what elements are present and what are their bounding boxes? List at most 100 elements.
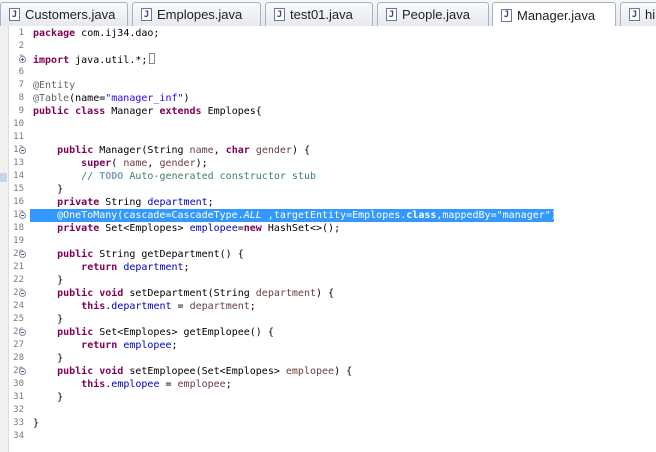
tab-manager-java[interactable]: J Manager.java: [492, 2, 616, 26]
collapse-fold-icon[interactable]: [19, 147, 26, 154]
code-text: // TODO Auto-generated constructor stub: [33, 171, 316, 182]
code-line[interactable]: 25 }: [0, 313, 656, 326]
line-number: 16: [13, 197, 24, 207]
tab-label: test01.java: [290, 7, 353, 22]
line-number: 22: [13, 275, 24, 285]
selected-code-line[interactable]: @OneToMany(cascade=CascadeType.ALL ,targ…: [30, 209, 557, 222]
line-number: 33: [13, 418, 24, 428]
line-number: 27: [13, 340, 24, 350]
expand-fold-icon[interactable]: [19, 56, 26, 63]
code-line[interactable]: 13 super( name, gender);: [0, 157, 656, 170]
code-line[interactable]: 12 public Manager(String name, char gend…: [0, 144, 656, 157]
code-line[interactable]: 15 }: [0, 183, 656, 196]
code-line[interactable]: 10: [0, 118, 656, 131]
collapse-fold-icon[interactable]: [19, 212, 26, 219]
editor-tab-bar: J Customers.java J Emplopes.java J test0…: [0, 0, 656, 27]
code-line[interactable]: 18 private Set<Emplopes> emplopee=new Ha…: [0, 222, 656, 235]
collapse-fold-icon[interactable]: [19, 368, 26, 375]
line-number: 21: [13, 262, 24, 272]
code-line[interactable]: 19: [0, 235, 656, 248]
code-text: }: [33, 353, 64, 364]
code-text: import java.util.*;: [33, 53, 156, 67]
code-text: @Table(name="manager_inf"): [33, 93, 190, 104]
java-file-icon: J: [9, 8, 20, 21]
collapse-fold-icon[interactable]: [19, 251, 26, 258]
line-number: 10: [13, 119, 24, 129]
code-text: @OneToMany(cascade=CascadeType.ALL ,targ…: [33, 210, 557, 221]
line-number: 25: [13, 314, 24, 324]
line-number: 1: [18, 28, 24, 38]
tab-label: Customers.java: [25, 7, 116, 22]
code-text: public void setDepartment(String departm…: [57, 288, 335, 299]
line-number: 28: [13, 353, 24, 363]
code-text: private String department;: [57, 197, 214, 208]
tab-hib[interactable]: J hib: [620, 2, 656, 26]
code-line[interactable]: 22 }: [0, 274, 656, 287]
code-text: public Set<Emplopes> getEmplopee() {: [57, 327, 274, 338]
collapse-fold-icon[interactable]: [19, 329, 26, 336]
code-line[interactable]: 29 public void setEmplopee(Set<Emplopes>…: [0, 365, 656, 378]
line-number: 9: [18, 106, 24, 116]
tab-people-java[interactable]: J People.java: [377, 2, 489, 26]
line-number: 24: [13, 301, 24, 311]
tab-label: Manager.java: [517, 7, 596, 23]
code-text: }: [33, 275, 64, 286]
code-text: }: [33, 184, 64, 195]
code-line[interactable]: 1 package com.ij34.dao;: [0, 27, 656, 40]
folded-imports-icon: [149, 53, 156, 64]
code-line[interactable]: 11: [0, 131, 656, 144]
tab-customers-java[interactable]: J Customers.java: [0, 2, 128, 26]
code-line[interactable]: 27 return emplopee;: [0, 339, 656, 352]
code-line[interactable]: 6: [0, 66, 656, 79]
collapse-fold-icon[interactable]: [19, 290, 26, 297]
code-line[interactable]: 9 public class Manager extends Emplopes{: [0, 105, 656, 118]
code-line[interactable]: 8 @Table(name="manager_inf"): [0, 92, 656, 105]
code-line[interactable]: 2: [0, 40, 656, 53]
line-number: 11: [13, 132, 24, 142]
code-text: this.department = department;: [81, 301, 256, 312]
code-line[interactable]: 34: [0, 430, 656, 443]
line-number: 8: [18, 93, 24, 103]
line-number: 2: [18, 41, 24, 51]
code-line[interactable]: 33 }: [0, 417, 656, 430]
tab-emplopes-java[interactable]: J Emplopes.java: [132, 2, 261, 26]
code-line[interactable]: 16 private String department;: [0, 196, 656, 209]
code-text: package com.ij34.dao;: [33, 28, 160, 39]
code-line[interactable]: 23 public void setDepartment(String depa…: [0, 287, 656, 300]
line-number: 7: [18, 80, 24, 90]
code-line[interactable]: 14 // TODO Auto-generated constructor st…: [0, 170, 656, 183]
code-line[interactable]: 32: [0, 404, 656, 417]
tab-label: hib: [645, 7, 656, 22]
code-line[interactable]: 26 public Set<Emplopes> getEmplopee() {: [0, 326, 656, 339]
java-file-icon: J: [274, 8, 285, 21]
tab-test01-java[interactable]: J test01.java: [265, 2, 373, 26]
line-number: 13: [13, 158, 24, 168]
line-number: 30: [13, 379, 24, 389]
code-line[interactable]: 20 public String getDepartment() {: [0, 248, 656, 261]
code-text: }: [33, 418, 40, 429]
code-text: @Entity: [33, 80, 76, 91]
line-number: 19: [13, 236, 24, 246]
line-number: 15: [13, 184, 24, 194]
code-line[interactable]: 21 return department;: [0, 261, 656, 274]
line-number: 32: [13, 405, 24, 415]
code-text: return emplopee;: [81, 340, 178, 351]
java-file-icon: J: [386, 8, 397, 21]
java-file-icon: J: [141, 8, 152, 21]
tab-label: People.java: [402, 7, 470, 22]
code-text: public class Manager extends Emplopes{: [33, 106, 262, 117]
code-line[interactable]: 3 import java.util.*;: [0, 53, 656, 66]
code-line[interactable]: 24 this.department = department;: [0, 300, 656, 313]
line-number: 34: [13, 431, 24, 441]
code-text: }: [33, 314, 64, 325]
code-text: return department;: [81, 262, 190, 273]
code-text: this.emplopee = emplopee;: [81, 379, 232, 390]
line-number: 31: [13, 392, 24, 402]
code-line[interactable]: 31 }: [0, 391, 656, 404]
code-line[interactable]: 28 }: [0, 352, 656, 365]
code-line[interactable]: 30 this.emplopee = emplopee;: [0, 378, 656, 391]
code-text: public Manager(String name, char gender)…: [57, 145, 310, 156]
code-editor[interactable]: 1 package com.ij34.dao; 2 3 import java.…: [0, 26, 656, 452]
code-line[interactable]: 7 @Entity: [0, 79, 656, 92]
line-number: 18: [13, 223, 24, 233]
